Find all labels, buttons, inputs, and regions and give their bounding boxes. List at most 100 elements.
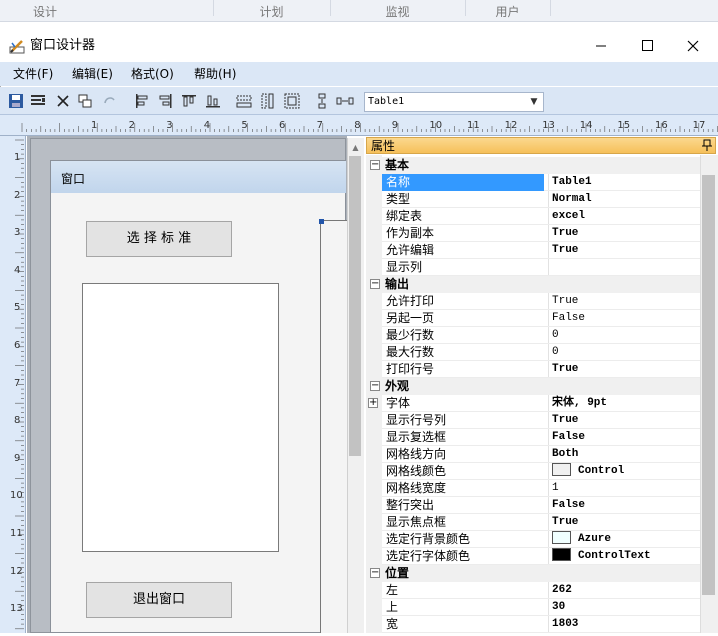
property-value[interactable]: 262 bbox=[552, 582, 700, 599]
property-value[interactable]: True bbox=[552, 225, 700, 242]
menu-help[interactable]: 帮助(H) bbox=[194, 62, 236, 86]
property-value[interactable]: Azure bbox=[552, 531, 700, 548]
property-value[interactable]: excel bbox=[552, 208, 700, 225]
tab-users[interactable]: 用户 bbox=[465, 0, 550, 21]
same-width-icon[interactable] bbox=[235, 92, 253, 110]
property-value[interactable]: ControlText bbox=[552, 548, 700, 565]
property-category[interactable]: − 输出 bbox=[366, 276, 700, 293]
property-row[interactable]: 显示复选框 False bbox=[382, 429, 700, 446]
property-row[interactable]: + 字体 宋体, 9pt bbox=[368, 395, 700, 412]
selection-handle[interactable] bbox=[319, 219, 324, 224]
vertical-spacing-icon[interactable] bbox=[313, 92, 331, 110]
property-value[interactable]: 0 bbox=[552, 327, 700, 344]
menu-file[interactable]: 文件(F) bbox=[13, 62, 53, 86]
property-row[interactable]: 打印行号 True bbox=[382, 361, 700, 378]
collapse-icon[interactable]: − bbox=[370, 279, 380, 289]
align-right-icon[interactable] bbox=[156, 92, 174, 110]
property-value[interactable]: True bbox=[552, 293, 700, 310]
property-row[interactable]: 显示行号列 True bbox=[382, 412, 700, 429]
tab-monitor[interactable]: 监视 bbox=[330, 0, 465, 21]
property-value[interactable]: False bbox=[552, 497, 700, 514]
property-value[interactable]: 宋体, 9pt bbox=[552, 395, 700, 412]
undo-icon[interactable] bbox=[100, 92, 118, 110]
property-value[interactable]: False bbox=[552, 310, 700, 327]
property-value[interactable]: 30 bbox=[552, 599, 700, 616]
horizontal-spacing-icon[interactable] bbox=[336, 92, 354, 110]
property-value[interactable]: True bbox=[552, 361, 700, 378]
same-size-icon[interactable] bbox=[283, 92, 301, 110]
align-top-icon[interactable] bbox=[180, 92, 198, 110]
property-value[interactable]: Both bbox=[552, 446, 700, 463]
align-bottom-icon[interactable] bbox=[204, 92, 222, 110]
property-row[interactable]: 允许编辑 True bbox=[382, 242, 700, 259]
scrollbar-thumb[interactable] bbox=[349, 156, 361, 456]
property-value[interactable]: False bbox=[552, 429, 700, 446]
pin-icon[interactable] bbox=[700, 138, 714, 153]
form-title-bar[interactable]: 窗口 bbox=[51, 161, 346, 193]
property-row[interactable]: 显示列 bbox=[382, 259, 700, 276]
same-height-icon[interactable] bbox=[259, 92, 277, 110]
property-category[interactable]: − 位置 bbox=[366, 565, 700, 582]
property-row[interactable]: 类型 Normal bbox=[382, 191, 700, 208]
chevron-down-icon[interactable]: ▼ bbox=[526, 93, 542, 111]
property-row[interactable]: 网格线宽度 1 bbox=[382, 480, 700, 497]
property-category[interactable]: − 外观 bbox=[366, 378, 700, 395]
delete-icon[interactable] bbox=[54, 92, 72, 110]
properties-icon[interactable] bbox=[29, 92, 47, 110]
property-row[interactable]: 名称 Table1 bbox=[382, 174, 700, 191]
property-row[interactable]: 左 262 bbox=[382, 582, 700, 599]
maximize-button[interactable] bbox=[624, 32, 670, 60]
property-value[interactable]: Normal bbox=[552, 191, 700, 208]
scroll-up-icon[interactable]: ▲ bbox=[347, 141, 364, 155]
property-row[interactable]: 上 30 bbox=[382, 599, 700, 616]
object-select-dropdown[interactable]: Table1 bbox=[364, 92, 544, 112]
property-row[interactable]: 整行突出 False bbox=[382, 497, 700, 514]
save-icon[interactable] bbox=[7, 92, 25, 110]
property-value[interactable]: 0 bbox=[552, 344, 700, 361]
property-row[interactable]: 显示焦点框 True bbox=[382, 514, 700, 531]
property-row[interactable]: 最少行数 0 bbox=[382, 327, 700, 344]
expand-icon[interactable]: + bbox=[368, 398, 378, 408]
pin-icon[interactable] bbox=[700, 138, 714, 153]
close-button[interactable] bbox=[670, 32, 716, 60]
ruler-ticks bbox=[15, 139, 24, 630]
table-control[interactable] bbox=[320, 220, 347, 633]
minimize-button[interactable] bbox=[578, 32, 624, 60]
property-value[interactable]: 1803 bbox=[552, 616, 700, 633]
property-row[interactable]: 绑定表 excel bbox=[382, 208, 700, 225]
align-left-icon[interactable] bbox=[133, 92, 151, 110]
property-category[interactable]: − 基本 bbox=[366, 157, 700, 174]
ruler-number: 4 bbox=[14, 264, 21, 276]
copy-icon[interactable] bbox=[76, 92, 94, 110]
property-row[interactable]: 选定行背景颜色 Azure bbox=[382, 531, 700, 548]
property-value[interactable]: True bbox=[552, 412, 700, 429]
property-row[interactable]: 允许打印 True bbox=[382, 293, 700, 310]
scrollbar-thumb[interactable] bbox=[702, 175, 715, 595]
menu-format[interactable]: 格式(O) bbox=[131, 62, 174, 86]
property-value[interactable]: 1 bbox=[552, 480, 700, 497]
property-value[interactable]: True bbox=[552, 514, 700, 531]
collapse-icon[interactable]: − bbox=[370, 381, 380, 391]
ruler-number: 8 bbox=[14, 415, 21, 427]
property-row[interactable]: 另起一页 False bbox=[382, 310, 700, 327]
property-value[interactable]: Control bbox=[552, 463, 700, 480]
collapse-icon[interactable]: − bbox=[370, 160, 380, 170]
property-name: 打印行号 bbox=[386, 362, 435, 376]
property-row[interactable]: 网格线方向 Both bbox=[382, 446, 700, 463]
property-row[interactable]: 最大行数 0 bbox=[382, 344, 700, 361]
property-value-text: ControlText bbox=[578, 550, 651, 562]
collapse-icon[interactable]: − bbox=[370, 568, 380, 578]
tab-design[interactable]: 设计 bbox=[0, 0, 90, 21]
property-value[interactable]: Table1 bbox=[552, 174, 700, 191]
exit-window-button[interactable]: 退出窗口 bbox=[86, 582, 232, 618]
property-row[interactable]: 网格线颜色 Control bbox=[382, 463, 700, 480]
select-criteria-button[interactable]: 选 择 标 准 bbox=[86, 221, 232, 257]
list-box[interactable] bbox=[82, 283, 279, 552]
property-value[interactable] bbox=[552, 259, 700, 276]
tab-plan[interactable]: 计划 bbox=[213, 0, 330, 21]
menu-edit[interactable]: 编辑(E) bbox=[72, 62, 113, 86]
property-row[interactable]: 宽 1803 bbox=[382, 616, 700, 633]
property-row[interactable]: 作为副本 True bbox=[382, 225, 700, 242]
property-row[interactable]: 选定行字体颜色 ControlText bbox=[382, 548, 700, 565]
property-value[interactable]: True bbox=[552, 242, 700, 259]
